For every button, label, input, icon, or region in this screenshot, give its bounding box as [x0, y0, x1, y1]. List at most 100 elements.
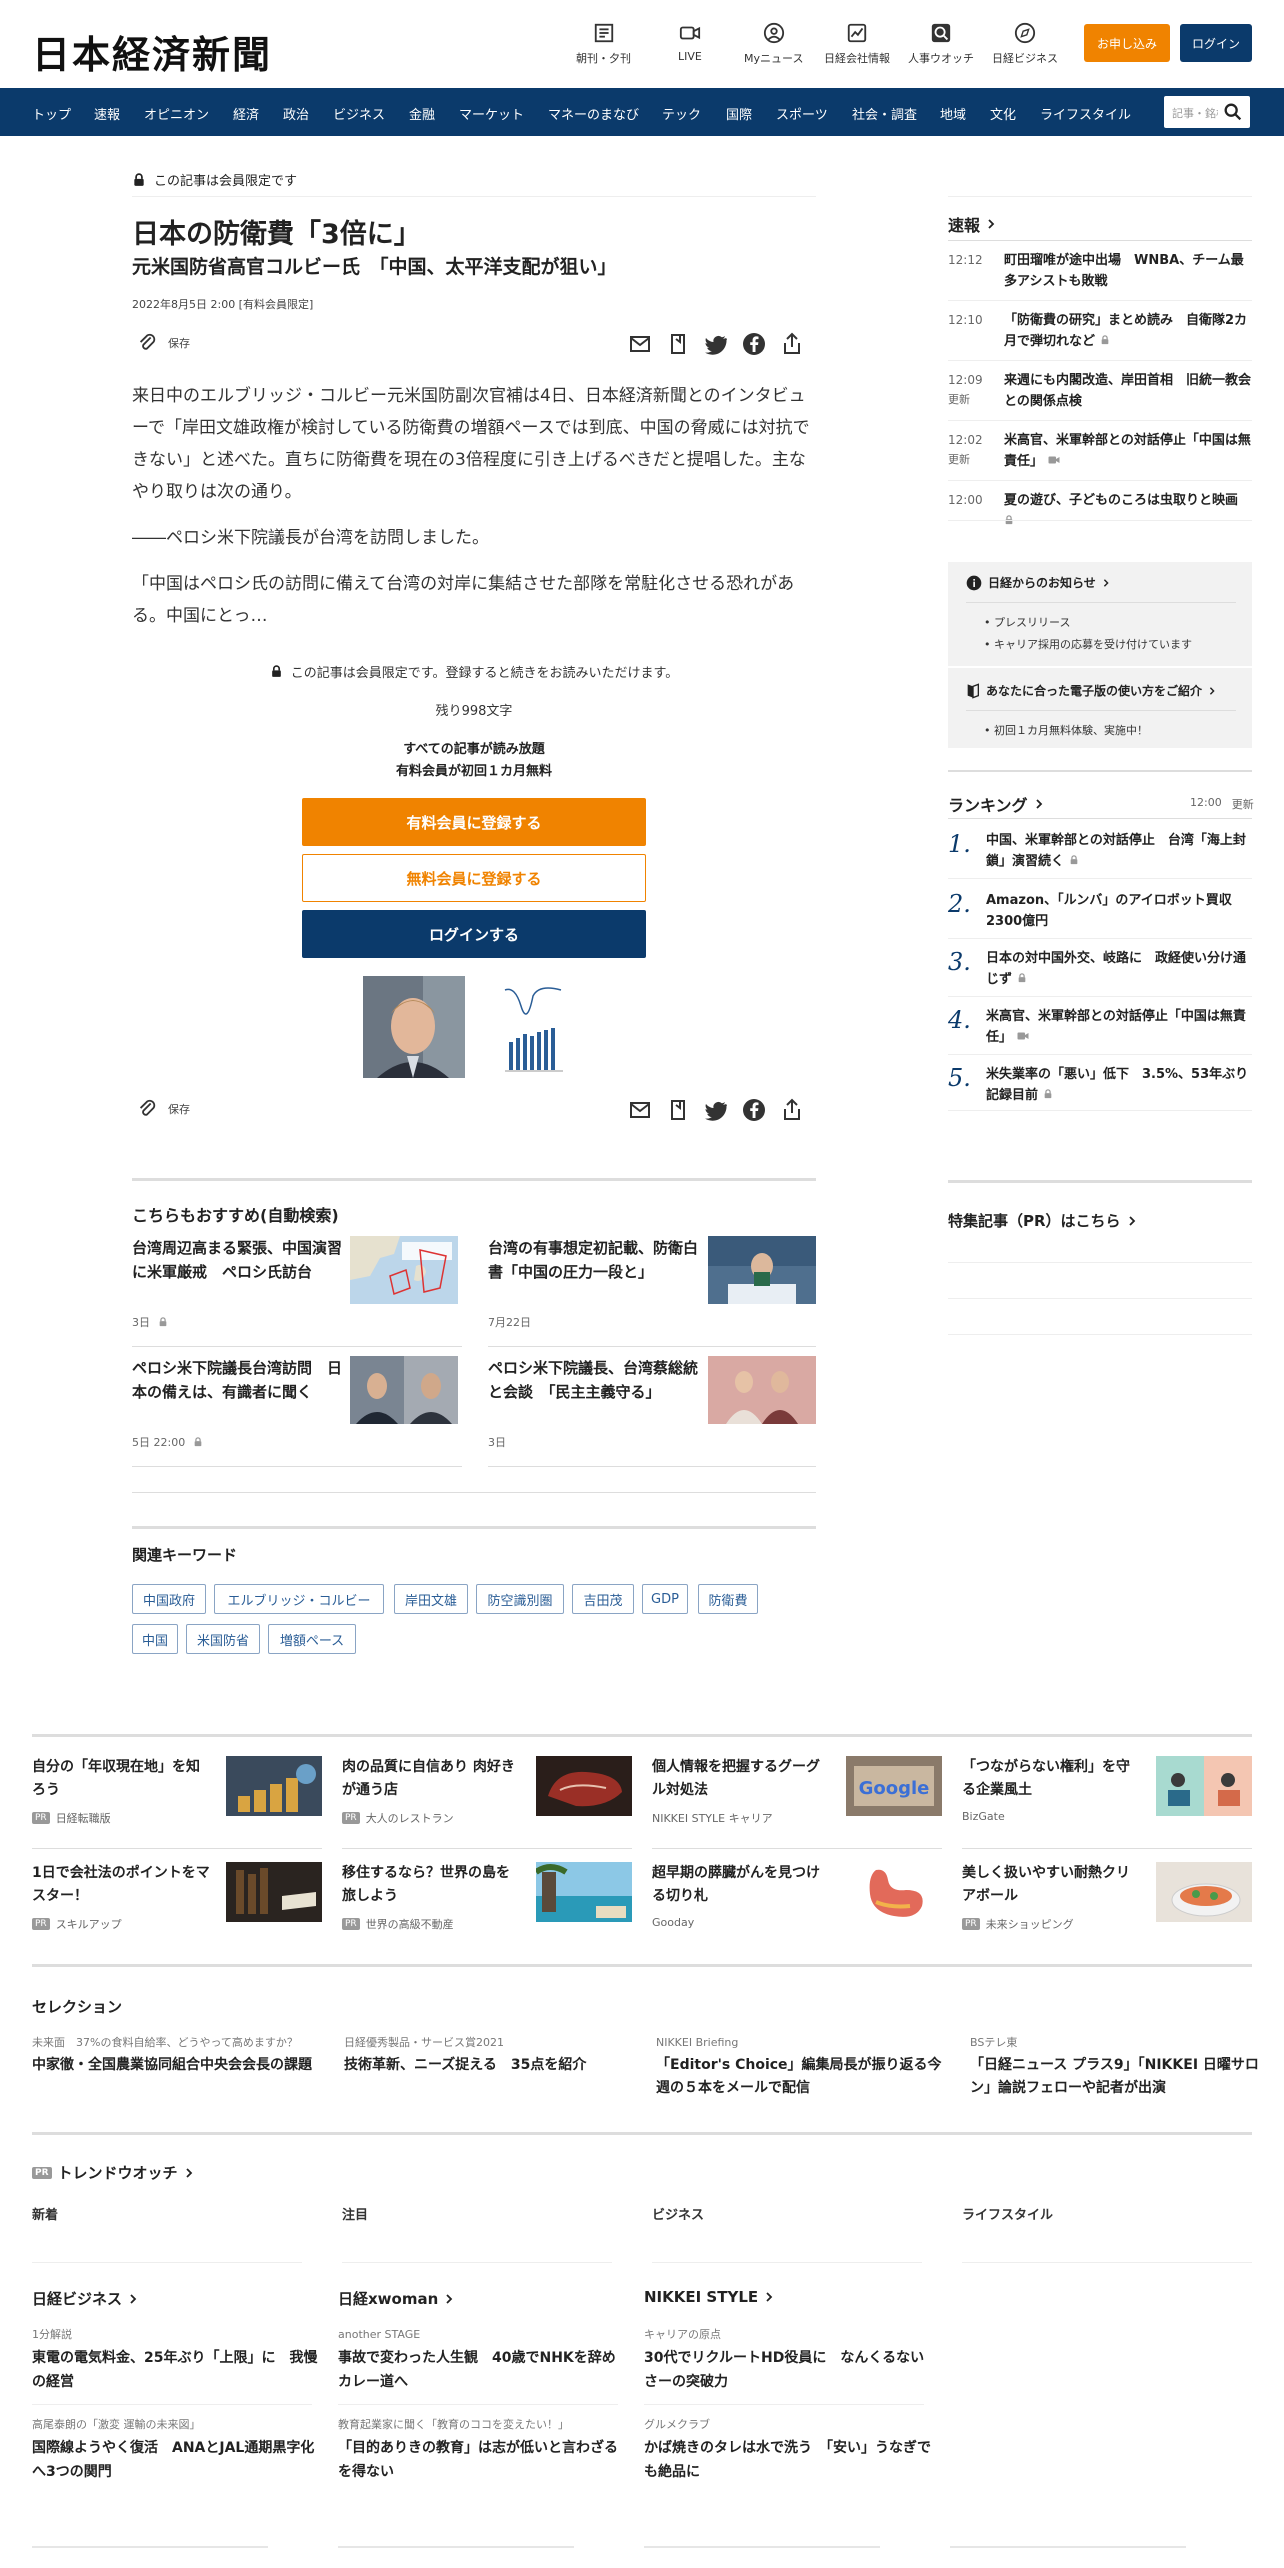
ranking-item[interactable]: 3. 日本の対中国外交、岐路に 政経使い分け通じず [948, 948, 1252, 990]
ranking-heading[interactable]: ランキング [948, 792, 1044, 816]
keyword-tag[interactable]: 防衛費 [698, 1584, 758, 1614]
menu-tech[interactable]: テック [662, 104, 701, 123]
recommend-item[interactable]: 台湾周辺高まる緊張、中国演習に米軍厳戒 ペロシ氏訪台 3日 [132, 1236, 462, 1348]
rank-title[interactable]: Amazon、「ルンバ」のアイロボット買収 2300億円 [986, 890, 1252, 932]
recommend-item[interactable]: ペロシ米下院議長、台湾蔡総統と会談 「民主主義守る」 3日 [488, 1356, 818, 1468]
trend-tab-popular[interactable]: 注目 [342, 2204, 368, 2223]
brand-item[interactable]: 高尾泰朗の「激変 運輸の未来図」 国際線ようやく復活 ANAとJAL通期黒字化へ3… [32, 2416, 322, 2484]
pr-thumb-steak[interactable] [536, 1756, 632, 1816]
pr-thumb-stomach[interactable] [846, 1862, 942, 1922]
recommend-thumb-map[interactable] [350, 1236, 458, 1304]
brand-item-title[interactable]: 「目的ありきの教育」は志が低いと言わざるを得ない [338, 2436, 628, 2484]
ranking-item[interactable]: 2. Amazon、「ルンバ」のアイロボット買収 2300億円 [948, 890, 1252, 932]
pr-title[interactable]: 「つながらない権利」を守る企業風土 [962, 1756, 1140, 1802]
recommend-title[interactable]: ペロシ米下院議長、台湾蔡総統と会談 「民主主義守る」 [488, 1356, 702, 1404]
flash-item[interactable]: 12:00 夏の遊び、子どものころは虫取りと映画 [948, 490, 1252, 532]
brand-item[interactable]: 教育起業家に聞く「教育のココを変えたい！」 「目的ありきの教育」は志が低いと言わざ… [338, 2416, 628, 2484]
pr-thumb-office[interactable] [1156, 1756, 1252, 1816]
menu-politics[interactable]: 政治 [283, 104, 309, 123]
keyword-tag[interactable]: 米国防省 [186, 1624, 260, 1654]
photo-colby[interactable] [363, 976, 465, 1078]
pr-title[interactable]: 美しく扱いやすい耐熱クリアボール [962, 1862, 1140, 1908]
trend-tab-new[interactable]: 新着 [32, 2204, 58, 2223]
menu-top[interactable]: トップ [32, 104, 71, 123]
flash-heading[interactable]: 速報 [948, 212, 996, 236]
brand-heading-nikkei-business[interactable]: 日経ビジネス [32, 2288, 138, 2309]
nav-company-info[interactable]: 日経会社情報 [824, 22, 890, 66]
recommend-thumb-press[interactable] [708, 1236, 816, 1304]
pr-item[interactable]: 個人情報を把握するグーグル対処法 NIKKEI STYLE キャリア Googl… [652, 1756, 942, 1856]
pr-item[interactable]: 自分の「年収現在地」を知ろう PR 日経転職版 [32, 1756, 322, 1856]
facebook-icon[interactable] [742, 1098, 766, 1122]
share-icon[interactable] [780, 1098, 804, 1122]
selection-title[interactable]: 技術革新、ニーズ捉える 35点を紹介 [344, 2054, 636, 2077]
brand-item[interactable]: 1分解説 東電の電気料金、25年ぶり「上限」に 我慢の経営 [32, 2326, 322, 2394]
keyword-tag[interactable]: GDP [642, 1584, 688, 1614]
bookmark-note-icon[interactable] [666, 332, 690, 356]
nav-personnel-watch[interactable]: 人事ウオッチ [908, 22, 974, 66]
selection-item[interactable]: BSテレ東 「日経ニュース プラス9」「NIKKEI 日曜サロン」論説フェローや記… [970, 2034, 1262, 2100]
keyword-tag[interactable]: 吉田茂 [572, 1584, 634, 1614]
twitter-icon[interactable] [704, 332, 728, 356]
trend-tab-lifestyle[interactable]: ライフスタイル [962, 2204, 1053, 2223]
apply-button[interactable]: お申し込み [1084, 24, 1170, 62]
rank-title[interactable]: 中国、米軍幹部との対話停止 台湾「海上封鎖」演習続く [986, 830, 1252, 872]
nav-live[interactable]: LIVE [678, 22, 702, 63]
brand-item[interactable]: キャリアの原点 30代でリクルートHD役員に なんくるないさーの突破力 [644, 2326, 934, 2394]
recommend-title[interactable]: 台湾周辺高まる緊張、中国演習に米軍厳戒 ペロシ氏訪台 [132, 1236, 346, 1284]
recommend-title[interactable]: 台湾の有事想定初記載、防衛白書「中国の圧力一段と」 [488, 1236, 702, 1284]
recommend-thumb-meeting[interactable] [708, 1356, 816, 1424]
menu-sports[interactable]: スポーツ [776, 104, 828, 123]
pr-title[interactable]: 肉の品質に自信あり 肉好きが通う店 [342, 1756, 520, 1802]
twitter-icon[interactable] [704, 1098, 728, 1122]
search-icon[interactable] [1222, 101, 1244, 123]
digital-item[interactable]: • 初回１カ月無料体験、実施中！ [984, 722, 1148, 738]
keyword-tag[interactable]: エルブリッジ・コルビー [214, 1584, 384, 1614]
notice-heading[interactable]: 日経からのお知らせ [966, 574, 1110, 591]
chart-thumbnail[interactable] [501, 976, 567, 1078]
recommend-item[interactable]: ペロシ米下院議長台湾訪問 日本の備えは、有識者に聞く 5日 22:00 [132, 1356, 462, 1468]
keyword-tag[interactable]: 岸田文雄 [394, 1584, 468, 1614]
register-free-button[interactable]: 無料会員に登録する [302, 854, 646, 902]
recommend-item[interactable]: 台湾の有事想定初記載、防衛白書「中国の圧力一段と」 7月22日 [488, 1236, 818, 1348]
recommend-title[interactable]: ペロシ米下院議長台湾訪問 日本の備えは、有識者に聞く [132, 1356, 346, 1404]
flash-item[interactable]: 12:02 更新 米高官、米軍幹部との対話停止「中国は無責任」 [948, 430, 1252, 472]
pr-item[interactable]: 肉の品質に自信あり 肉好きが通う店 PR 大人のレストラン [342, 1756, 632, 1856]
search-input[interactable]: 記事・銘柄 [1172, 105, 1218, 121]
selection-title[interactable]: 「日経ニュース プラス9」「NIKKEI 日曜サロン」論説フェローや記者が出演 [970, 2054, 1262, 2100]
nav-nikkei-business[interactable]: 日経ビジネス [992, 22, 1058, 66]
pr-title[interactable]: 自分の「年収現在地」を知ろう [32, 1756, 210, 1802]
pr-item[interactable]: 「つながらない権利」を守る企業風土 BizGate [962, 1756, 1252, 1856]
nav-morning-evening[interactable]: 朝刊・夕刊 [576, 22, 631, 66]
keyword-tag[interactable]: 防空識別圏 [476, 1584, 564, 1614]
menu-society[interactable]: 社会・調査 [852, 104, 917, 123]
brand-item-title[interactable]: 30代でリクルートHD役員に なんくるないさーの突破力 [644, 2346, 934, 2394]
flash-item[interactable]: 12:12 町田瑠唯が途中出場 WNBA、チーム最多アシストも敗戦 [948, 250, 1252, 292]
pr-title[interactable]: 1日で会社法のポイントをマスター！ [32, 1862, 210, 1908]
pr-item[interactable]: 1日で会社法のポイントをマスター！ PR スキルアップ [32, 1862, 322, 1962]
rank-title[interactable]: 米失業率の「悪い」低下 3.5%、53年ぶり記録目前 [986, 1064, 1252, 1106]
trend-heading[interactable]: PR トレンドウオッチ [32, 2162, 194, 2183]
menu-market[interactable]: マーケット [459, 104, 524, 123]
brand-item-title[interactable]: 東電の電気料金、25年ぶり「上限」に 我慢の経営 [32, 2346, 322, 2394]
ranking-item[interactable]: 4. 米高官、米軍幹部との対話停止「中国は無責任」 [948, 1006, 1252, 1048]
brand-heading-nikkei-style[interactable]: NIKKEI STYLE [644, 2288, 774, 2306]
ranking-item[interactable]: 5. 米失業率の「悪い」低下 3.5%、53年ぶり記録目前 [948, 1064, 1252, 1106]
bookmark-note-icon[interactable] [666, 1098, 690, 1122]
brand-item-title[interactable]: かば焼きのタレは水で洗う 「安い」うなぎでも絶品に [644, 2436, 934, 2484]
flash-title[interactable]: 夏の遊び、子どものころは虫取りと映画 [1004, 490, 1252, 532]
selection-item[interactable]: 未来面 37%の食料自給率、どうやって高めますか？ 中家徹・全国農業協同組合中央会… [32, 2034, 324, 2077]
selection-title[interactable]: 「Editor's Choice」編集局長が振り返る今週の５本をメールで配信 [656, 2054, 948, 2100]
menu-region[interactable]: 地域 [940, 104, 966, 123]
menu-culture[interactable]: 文化 [990, 104, 1016, 123]
rank-title[interactable]: 日本の対中国外交、岐路に 政経使い分け通じず [986, 948, 1252, 990]
pr-title[interactable]: 個人情報を把握するグーグル対処法 [652, 1756, 830, 1802]
menu-business[interactable]: ビジネス [333, 104, 385, 123]
pr-thumb-books[interactable] [226, 1862, 322, 1922]
pr-item[interactable]: 移住するなら？世界の島を旅しよう PR 世界の高級不動産 [342, 1862, 632, 1962]
ranking-item[interactable]: 1. 中国、米軍幹部との対話停止 台湾「海上封鎖」演習続く [948, 830, 1252, 872]
pr-thumb-coins[interactable] [226, 1756, 322, 1816]
brand-item-title[interactable]: 国際線ようやく復活 ANAとJAL通期黒字化へ3つの関門 [32, 2436, 322, 2484]
menu-finance[interactable]: 金融 [409, 104, 435, 123]
nikkei-logo[interactable]: 日本経済新聞 [32, 24, 342, 77]
